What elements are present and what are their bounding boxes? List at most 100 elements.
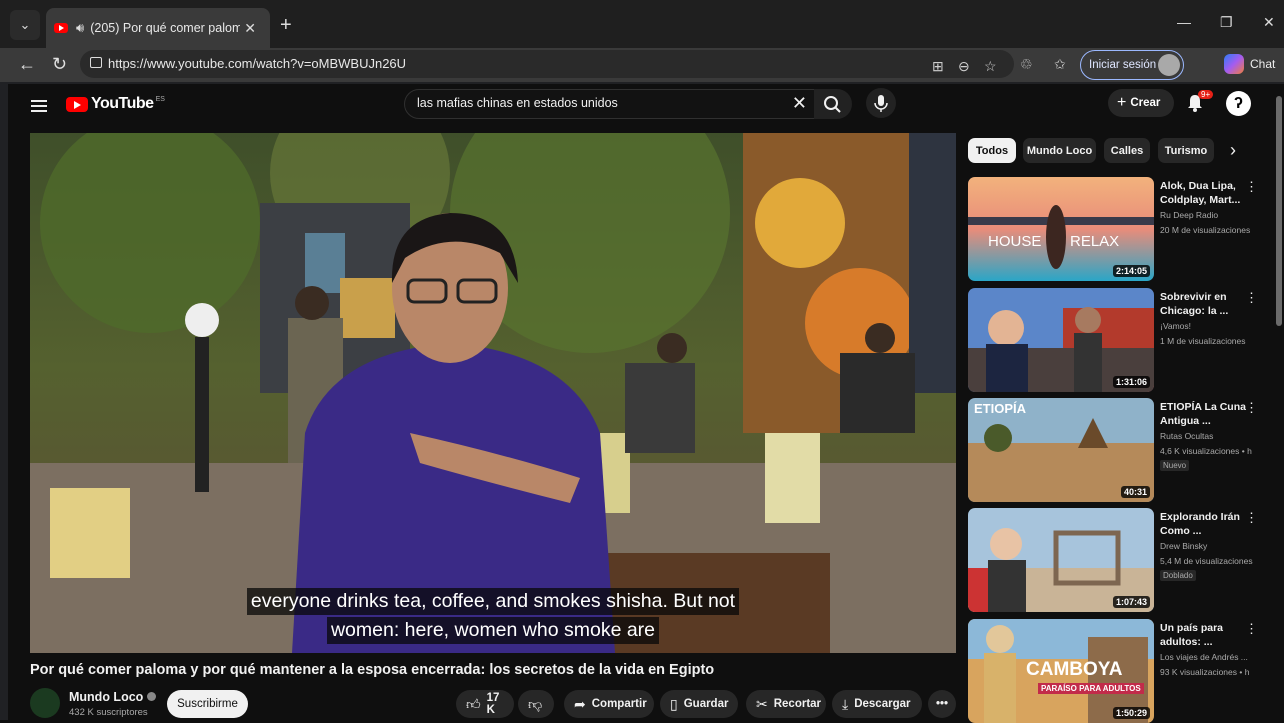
app-available-icon[interactable]: ⊞ <box>932 58 944 75</box>
more-vertical-icon[interactable]: ⋮ <box>1245 510 1258 526</box>
thumbs-up-icon: 👍︎ <box>466 695 481 712</box>
browser-tab[interactable]: 🔊︎ (205) Por qué comer paloma y por qué … <box>46 8 270 48</box>
sign-in-label: Iniciar sesión <box>1089 59 1157 71</box>
recommended-video[interactable]: ETIOPÍA 40:31 ETIOPÍA La Cuna Antigua ..… <box>968 398 1274 502</box>
new-badge: Nuevo <box>1160 460 1190 471</box>
search-input[interactable]: las mafias chinas en estados unidos ✕ <box>404 89 816 119</box>
menu-icon[interactable] <box>31 97 47 115</box>
video-player[interactable]: everyone drinks tea, coffee, and smokes … <box>30 133 956 653</box>
verified-icon <box>147 692 157 701</box>
microphone-icon <box>874 95 888 112</box>
chip-turismo[interactable]: Turismo <box>1158 138 1214 163</box>
view-count: 5,4 M de visualizaciones <box>1160 556 1253 566</box>
favorite-star-icon[interactable]: ☆ <box>984 58 997 75</box>
close-window-icon[interactable]: ✕ <box>1263 14 1275 31</box>
subtitle-line-1: everyone drinks tea, coffee, and smokes … <box>246 588 740 615</box>
channel-name-row[interactable]: Mundo Loco <box>69 690 157 704</box>
favorites-icon[interactable]: ✩ <box>1054 56 1066 73</box>
dislike-button[interactable]: 👎︎ <box>518 690 554 718</box>
channel-name[interactable]: Ru Deep Radio <box>1160 210 1218 220</box>
new-tab-icon[interactable]: + <box>280 14 292 37</box>
country-code: ES <box>155 95 165 103</box>
clip-label: Recortar <box>773 698 822 710</box>
voice-search-button[interactable] <box>866 88 896 118</box>
video-subtitles: everyone drinks tea, coffee, and smokes … <box>30 588 956 646</box>
thumbnail-text-right: RELAX <box>1070 233 1120 250</box>
dubbed-badge: Doblado <box>1160 570 1196 581</box>
video-title[interactable]: Explorando Irán Como ... <box>1160 510 1252 538</box>
chip-todos[interactable]: Todos <box>968 138 1016 163</box>
tab-actions-button[interactable]: ⌄ <box>10 10 40 40</box>
channel-name[interactable]: Drew Binsky <box>1160 541 1207 551</box>
channel-name[interactable]: Rutas Ocultas <box>1160 431 1213 441</box>
video-thumbnail[interactable]: 1:31:06 <box>968 288 1154 392</box>
video-thumbnail[interactable]: ETIOPÍA 40:31 <box>968 398 1154 502</box>
thumbnail-subtext: PARAÍSO PARA ADULTOS <box>1038 683 1144 694</box>
video-thumbnail[interactable]: CAMBOYA PARAÍSO PARA ADULTOS 1:50:29 <box>968 619 1154 723</box>
url-field[interactable]: https://www.youtube.com/watch?v=oMBWBUJn… <box>80 50 1014 78</box>
back-arrow-icon[interactable]: ← <box>18 54 36 75</box>
save-label: Guardar <box>683 698 729 710</box>
search-icon <box>824 96 841 113</box>
recommended-video[interactable]: HOUSE RELAX 2:14:05 Alok, Dua Lipa, Cold… <box>968 177 1274 281</box>
browser-window: ⌄ 🔊︎ (205) Por qué comer paloma y por qu… <box>0 0 1284 723</box>
chip-calles[interactable]: Calles <box>1104 138 1150 163</box>
chevron-right-icon[interactable]: › <box>1230 140 1236 161</box>
refresh-icon[interactable]: ↻ <box>52 54 67 75</box>
sign-in-button[interactable]: Iniciar sesión <box>1080 50 1184 80</box>
subscribe-button[interactable]: Suscribirme <box>167 690 248 718</box>
download-button[interactable]: ⤓ Descargar <box>832 690 922 718</box>
video-title[interactable]: Un país para adultos: ... <box>1160 621 1252 649</box>
recommended-video[interactable]: CAMBOYA PARAÍSO PARA ADULTOS 1:50:29 Un … <box>968 619 1274 723</box>
video-title[interactable]: ETIOPÍA La Cuna Antigua ... <box>1160 400 1252 428</box>
copilot-icon <box>1224 54 1244 74</box>
share-label: Compartir <box>591 698 647 710</box>
more-actions-button[interactable]: ••• <box>928 690 956 718</box>
like-button[interactable]: 👍︎ 17 K <box>456 690 514 718</box>
view-count: 93 K visualizaciones • h <box>1160 667 1250 677</box>
lock-icon <box>90 57 102 68</box>
copilot-chat-button[interactable]: Chat <box>1224 54 1275 74</box>
more-vertical-icon[interactable]: ⋮ <box>1245 290 1258 306</box>
video-duration: 1:07:43 <box>1112 596 1150 608</box>
thumbs-down-icon: 👎︎ <box>528 695 543 712</box>
minimize-icon[interactable]: — <box>1177 14 1191 30</box>
more-vertical-icon[interactable]: ⋮ <box>1245 621 1258 637</box>
video-frame <box>30 133 956 653</box>
share-button[interactable]: ➦ Compartir <box>564 690 654 718</box>
video-thumbnail[interactable]: 1:07:43 <box>968 508 1154 612</box>
video-title[interactable]: Alok, Dua Lipa, Coldplay, Mart... <box>1160 179 1252 207</box>
recommended-video[interactable]: 1:07:43 Explorando Irán Como ... Drew Bi… <box>968 508 1274 612</box>
channel-avatar[interactable] <box>30 688 60 718</box>
tab-title: (205) Por qué comer paloma y por qué man… <box>90 21 241 35</box>
download-label: Descargar <box>854 698 911 710</box>
video-thumbnail[interactable]: HOUSE RELAX 2:14:05 <box>968 177 1154 281</box>
chip-mundo-loco[interactable]: Mundo Loco <box>1023 138 1096 163</box>
video-title[interactable]: Sobrevivir en Chicago: la ... <box>1160 290 1252 318</box>
clear-search-icon[interactable]: ✕ <box>792 93 807 114</box>
save-button[interactable]: ▯ Guardar <box>660 690 738 718</box>
notifications-button[interactable]: 9+ <box>1186 90 1214 118</box>
zoom-icon[interactable]: ⊖ <box>958 58 970 75</box>
search-button[interactable] <box>814 89 852 119</box>
more-vertical-icon[interactable]: ⋮ <box>1245 400 1258 416</box>
clip-button[interactable]: ✂ Recortar <box>746 690 826 718</box>
youtube-logo[interactable]: YouTube ES <box>66 95 165 113</box>
page-scrollbar[interactable] <box>1276 96 1282 326</box>
audio-playing-icon[interactable]: 🔊︎ <box>76 20 84 36</box>
extensions-icon[interactable]: ♲ <box>1020 56 1033 73</box>
video-duration: 1:50:29 <box>1112 707 1150 719</box>
create-label: Crear <box>1130 97 1161 109</box>
subtitle-line-2: women: here, women who smoke are <box>326 617 660 644</box>
recommended-video[interactable]: 1:31:06 Sobrevivir en Chicago: la ... ¡V… <box>968 288 1274 392</box>
maximize-icon[interactable]: ❐ <box>1220 14 1233 31</box>
channel-name[interactable]: ¡Vamos! <box>1160 321 1191 331</box>
more-horizontal-icon: ••• <box>935 698 949 710</box>
thumbnail-text: CAMBOYA <box>1026 659 1123 680</box>
more-vertical-icon[interactable]: ⋮ <box>1245 179 1258 195</box>
subscriber-count: 432 K suscriptores <box>69 707 148 718</box>
account-avatar[interactable]: ʔ <box>1226 91 1251 116</box>
close-tab-icon[interactable]: ✕ <box>244 20 256 37</box>
channel-name[interactable]: Los viajes de Andrés ... <box>1160 652 1248 662</box>
create-button[interactable]: + Crear <box>1108 89 1174 117</box>
